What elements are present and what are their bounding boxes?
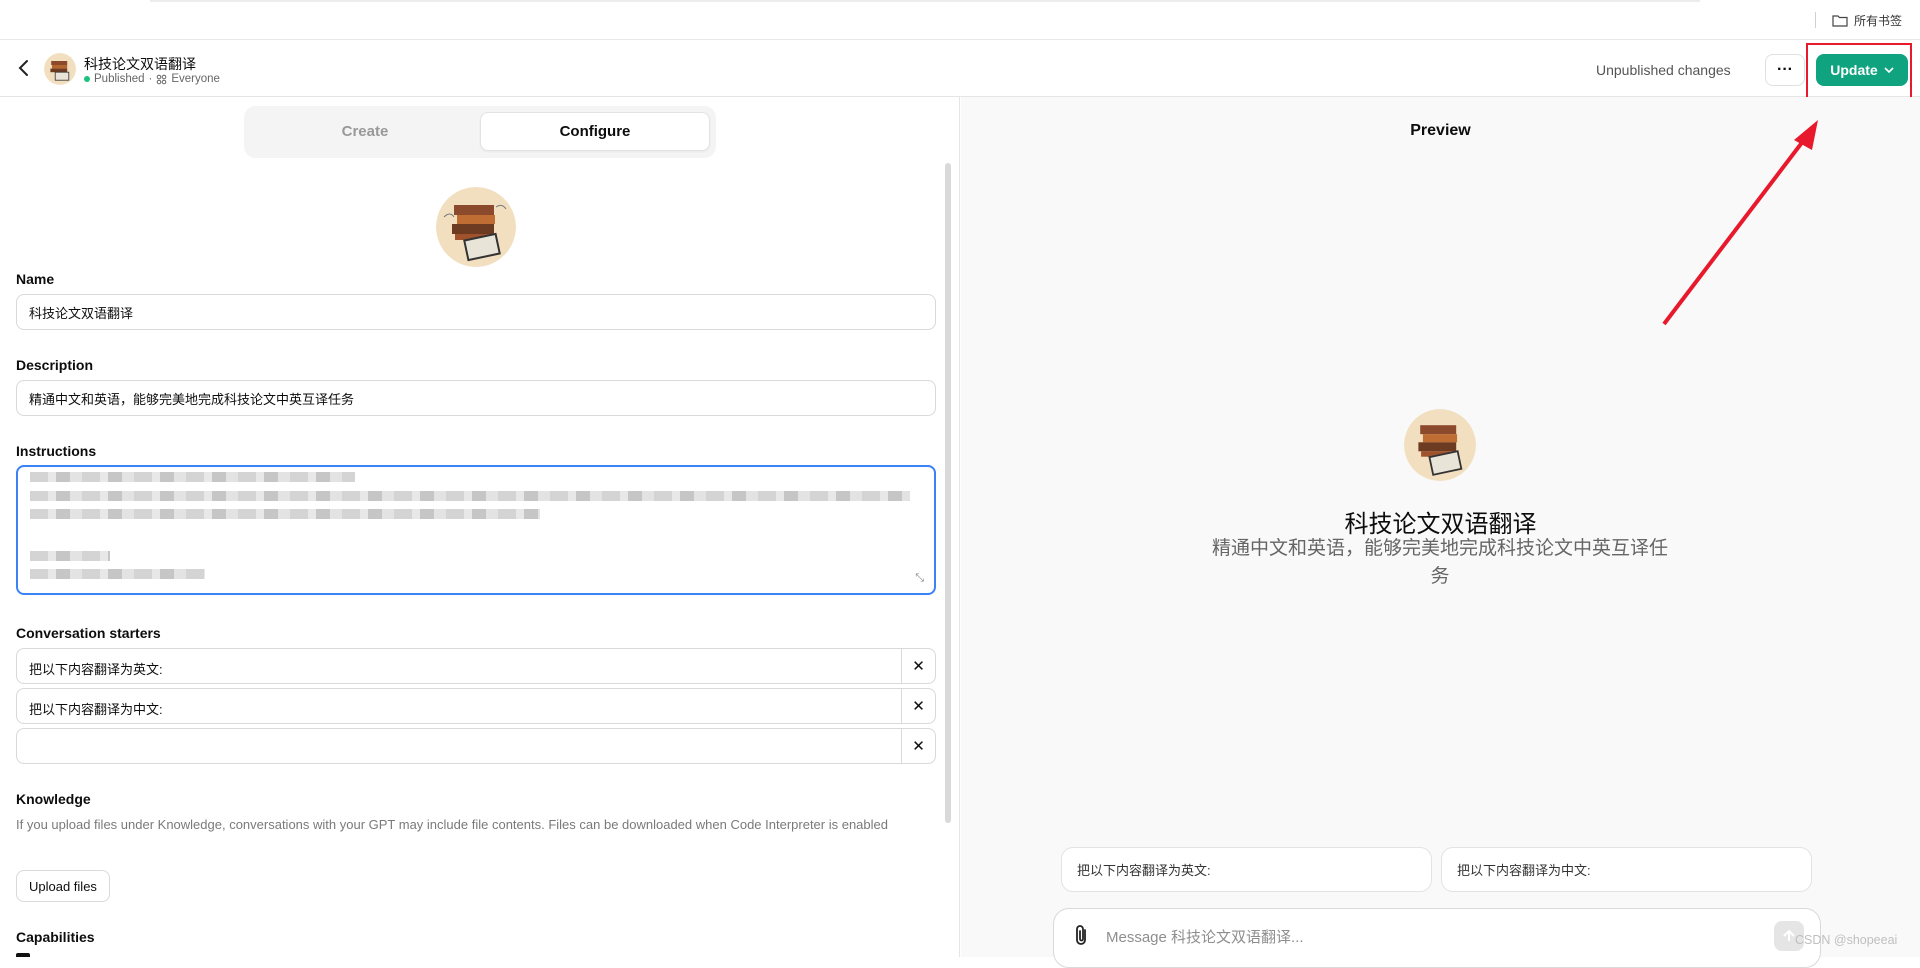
update-button-label: Update [1830, 62, 1878, 78]
redacted-text [30, 472, 355, 482]
upload-files-button[interactable]: Upload files [16, 870, 110, 902]
bookmarks-folder-label: 所有书签 [1854, 14, 1903, 28]
redacted-text [30, 491, 910, 501]
starter-field[interactable]: 把以下内容翻译为中文: ✕ [16, 688, 936, 724]
tab-configure[interactable]: Configure [480, 112, 710, 151]
preview-title: Preview [1410, 122, 1471, 139]
redacted-text [30, 569, 205, 579]
arrow-up-icon [1783, 929, 1795, 941]
name-label: Name [16, 271, 55, 287]
preview-gpt-name: 科技论文双语翻译 [1344, 511, 1537, 538]
bookmarks-separator [1815, 12, 1816, 28]
status-separator: · [148, 73, 153, 85]
folder-icon [1832, 15, 1848, 27]
preview-gpt-avatar [1404, 409, 1476, 481]
preview-gpt-description: 精通中文和英语，能够完美地完成科技论文中英互译任务 [1211, 538, 1668, 587]
resize-handle-icon[interactable]: ⤡ [915, 572, 924, 585]
address-bar-edge [150, 0, 1700, 2]
remove-starter-icon[interactable]: ✕ [901, 689, 935, 723]
gpt-title: 科技论文双语翻译 [84, 56, 196, 72]
message-input[interactable]: Message 科技论文双语翻译... [1106, 926, 1304, 947]
configure-panel: Create Configure Name 科技论文双语翻译 Descripti… [0, 97, 960, 957]
gpt-avatar [44, 53, 76, 85]
update-button[interactable]: Update [1816, 54, 1908, 86]
starter-field-empty[interactable]: ✕ [16, 728, 936, 764]
bookmarks-folder[interactable]: 所有书签 [1832, 12, 1902, 29]
description-input[interactable]: 精通中文和英语，能够完美地完成科技论文中英互译任务 [16, 380, 936, 416]
publish-status: Published · Everyone [84, 73, 220, 85]
conversation-starters-label: Conversation starters [16, 625, 161, 641]
mode-tabs: Create Configure [244, 106, 716, 158]
instructions-label: Instructions [16, 443, 97, 459]
back-arrow-icon[interactable] [14, 58, 34, 78]
scrollbar[interactable] [945, 163, 951, 823]
unpublished-changes-label: Unpublished changes [1596, 62, 1731, 78]
capabilities-label: Capabilities [16, 929, 95, 945]
preview-panel: Preview 科技论文双语翻译 精通中文和英语，能够完美地完成科技论文中英互译… [961, 97, 1920, 968]
redacted-text [30, 509, 540, 519]
preview-starter-button[interactable]: 把以下内容翻译为中文: [1441, 847, 1812, 892]
preview-starter-button[interactable]: 把以下内容翻译为英文: [1061, 847, 1432, 892]
editor-header: 科技论文双语翻译 Published · Everyone Unpublishe… [0, 40, 1920, 97]
redacted-text [30, 551, 110, 561]
audience-label: Everyone [171, 73, 220, 85]
chevron-down-icon [1884, 67, 1894, 73]
capability-checkbox[interactable] [16, 953, 30, 957]
knowledge-label: Knowledge [16, 791, 91, 807]
starter-text: 把以下内容翻译为英文: [29, 662, 163, 677]
name-input[interactable]: 科技论文双语翻译 [16, 294, 936, 330]
remove-starter-icon[interactable]: ✕ [901, 649, 935, 683]
published-dot-icon [84, 76, 90, 82]
tab-create[interactable]: Create [250, 112, 480, 151]
gpt-image-picker[interactable] [436, 187, 516, 267]
message-composer[interactable]: Message 科技论文双语翻译... [1053, 908, 1821, 968]
paperclip-icon[interactable] [1070, 923, 1092, 949]
people-icon [157, 74, 167, 84]
description-label: Description [16, 357, 94, 373]
more-options-button[interactable]: ··· [1765, 54, 1805, 86]
published-label: Published [94, 73, 145, 85]
starter-field[interactable]: 把以下内容翻译为英文: ✕ [16, 648, 936, 684]
watermark: CSDN @shopeeai [1795, 933, 1898, 947]
knowledge-description: If you upload files under Knowledge, con… [16, 817, 888, 832]
instructions-textarea[interactable]: ⤡ [16, 465, 936, 595]
remove-starter-icon[interactable]: ✕ [901, 729, 935, 763]
browser-bookmarks-bar: 所有书签 [0, 0, 1920, 40]
starter-text: 把以下内容翻译为中文: [29, 702, 163, 717]
